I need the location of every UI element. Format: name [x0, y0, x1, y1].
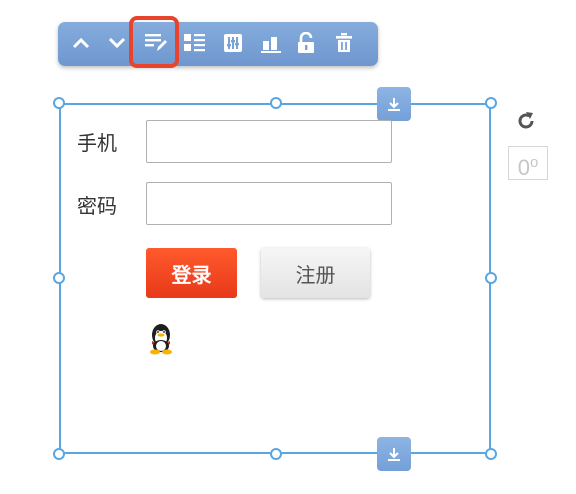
resize-handle-bottom-right[interactable]	[485, 448, 497, 460]
list-layout-button[interactable]	[182, 30, 208, 56]
phone-label: 手机	[77, 131, 117, 155]
bottom-anchor-button[interactable]	[377, 437, 411, 471]
element-toolbar	[58, 22, 378, 66]
move-down-button[interactable]	[104, 30, 130, 56]
chart-icon	[261, 37, 281, 53]
resize-handle-middle-left[interactable]	[53, 272, 65, 284]
resize-handle-top-right[interactable]	[485, 97, 497, 109]
download-icon	[388, 98, 400, 111]
chart-button[interactable]	[258, 30, 284, 56]
unlock-icon	[298, 32, 314, 53]
rotation-angle-value: 0	[517, 155, 530, 180]
chevron-up-icon	[72, 37, 90, 49]
unlock-button[interactable]	[293, 30, 319, 56]
rotation-angle-display: 0o	[508, 146, 548, 180]
resize-handle-bottom-center[interactable]	[270, 448, 282, 460]
adjust-icon	[224, 34, 242, 52]
adjust-button[interactable]	[220, 30, 246, 56]
top-anchor-button[interactable]	[377, 87, 411, 121]
resize-handle-top-left[interactable]	[53, 97, 65, 109]
list-layout-icon	[184, 34, 205, 52]
delete-button[interactable]	[331, 30, 357, 56]
password-input[interactable]	[146, 182, 392, 225]
rotate-icon	[518, 112, 534, 129]
rotation-angle-unit: o	[529, 154, 539, 171]
edit-button[interactable]	[143, 30, 169, 56]
trash-icon	[336, 33, 352, 52]
chevron-down-icon	[108, 37, 126, 49]
resize-handle-top-center[interactable]	[270, 97, 282, 109]
register-button[interactable]: 注册	[261, 248, 370, 298]
edit-icon	[145, 34, 167, 51]
editor-canvas: 0o 手机 密码 登录 注册	[0, 0, 576, 494]
download-icon	[388, 448, 400, 461]
resize-handle-bottom-left[interactable]	[53, 448, 65, 460]
password-label: 密码	[77, 194, 117, 218]
login-button[interactable]: 登录	[146, 248, 237, 298]
rotate-button[interactable]	[513, 108, 539, 134]
resize-handle-middle-right[interactable]	[485, 272, 497, 284]
phone-input[interactable]	[146, 120, 392, 163]
qq-penguin-icon[interactable]	[146, 323, 176, 355]
move-up-button[interactable]	[68, 30, 94, 56]
